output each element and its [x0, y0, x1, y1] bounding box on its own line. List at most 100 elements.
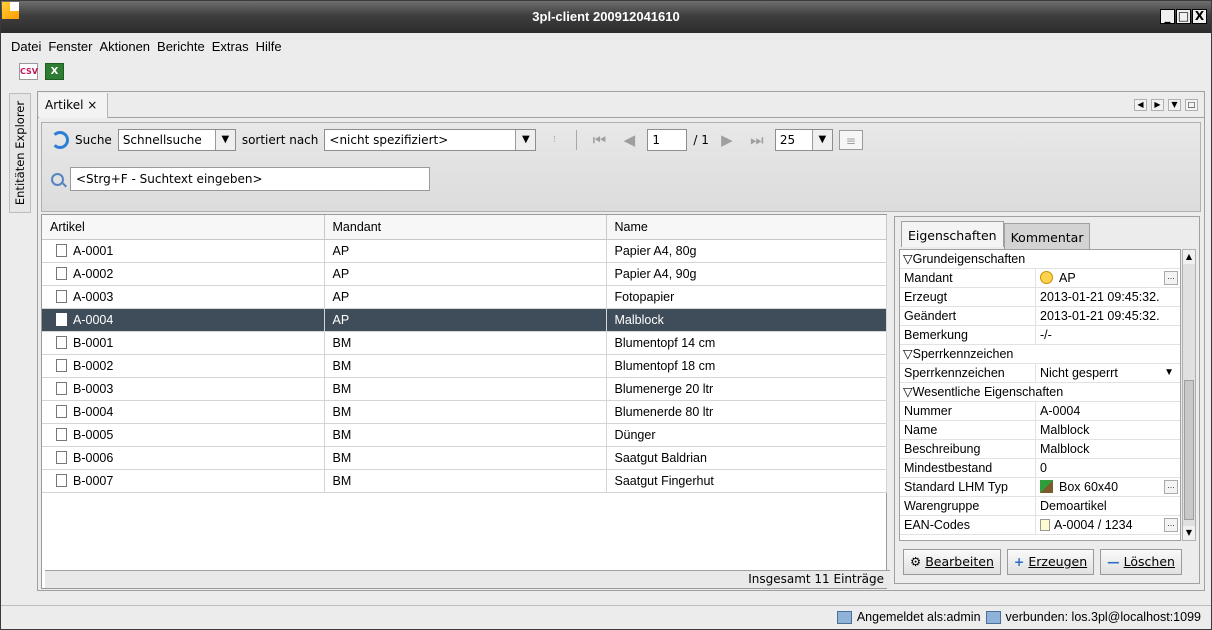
group-sperrkennzeichen[interactable]: ▽Sperrkennzeichen [900, 345, 1180, 364]
edit-button[interactable]: ⚙ Bearbeiten [903, 549, 1001, 575]
cell-mandant: AP [324, 308, 607, 332]
table-row[interactable]: B-0004 BM Blumenerde 80 ltr [42, 400, 887, 424]
tab-left-icon[interactable]: ◀ [1134, 99, 1147, 111]
tab-list-icon[interactable]: ▼ [1168, 99, 1181, 111]
property-row: Name Malblock [900, 421, 1180, 440]
menu-datei[interactable]: Datei [11, 39, 41, 54]
table-row[interactable]: B-0001 BM Blumentopf 14 cm [42, 331, 887, 355]
next-page-icon[interactable]: ▶ [715, 130, 739, 150]
document-icon [56, 473, 67, 487]
table-row[interactable]: B-0003 BM Blumenerge 20 ltr [42, 377, 887, 401]
quick-search-input[interactable]: <Strg+F - Suchtext eingeben> [70, 167, 430, 191]
document-icon [56, 427, 67, 441]
group-wesentliche-eigenschaften[interactable]: ▽Wesentliche Eigenschaften [900, 383, 1180, 402]
tab-kommentar[interactable]: Kommentar [1003, 223, 1091, 249]
property-row: Erzeugt 2013-01-21 09:45:32. [900, 288, 1180, 307]
last-page-icon[interactable]: ⏭ [745, 130, 769, 150]
menu-aktionen[interactable]: Aktionen [99, 39, 150, 54]
table-row[interactable]: B-0006 BM Saatgut Baldrian [42, 446, 887, 470]
scroll-thumb[interactable] [1184, 380, 1194, 520]
cell-name: Blumenerde 80 ltr [606, 400, 887, 424]
menu-berichte[interactable]: Berichte [157, 39, 205, 54]
search-mode-select[interactable]: Schnellsuche ▼ [117, 129, 236, 151]
more-icon[interactable]: … [1164, 271, 1178, 285]
sort-value: <nicht spezifiziert> [329, 133, 449, 147]
document-icon [56, 289, 67, 303]
property-row: Warengruppe Demoartikel [900, 497, 1180, 516]
table-row[interactable]: A-0001 AP Papier A4, 80g [42, 239, 887, 263]
table-row[interactable]: B-0007 BM Saatgut Fingerhut [42, 469, 887, 493]
column-header-mandant[interactable]: Mandant [324, 215, 607, 240]
table-row[interactable]: B-0002 BM Blumentopf 18 cm [42, 354, 887, 378]
entity-explorer-tab[interactable]: Entitäten Explorer [9, 93, 31, 213]
more-icon[interactable]: … [1164, 518, 1178, 532]
menu-extras[interactable]: Extras [212, 39, 249, 54]
property-row: Nummer A-0004 [900, 402, 1180, 421]
entity-explorer-label: Entitäten Explorer [13, 100, 27, 206]
properties-scrollbar[interactable]: ▲ ▼ [1182, 249, 1196, 541]
create-button[interactable]: + Erzeugen [1006, 549, 1095, 575]
sort-label: sortiert nach [241, 133, 319, 147]
menu-fenster[interactable]: Fenster [48, 39, 92, 54]
tab-right-icon[interactable]: ▶ [1151, 99, 1164, 111]
tab-artikel[interactable]: Artikel × [39, 93, 109, 118]
details-toggle-icon[interactable]: ≡ [838, 130, 863, 150]
document-icon [1040, 519, 1050, 531]
csv-export-icon[interactable]: CSV [19, 63, 38, 80]
cell-name: Malblock [606, 308, 887, 332]
sort-select[interactable]: <nicht spezifiziert> ▼ [324, 129, 537, 151]
table-row[interactable]: B-0005 BM Dünger [42, 423, 887, 447]
more-icon[interactable]: … [1164, 480, 1178, 494]
table-row[interactable]: A-0004 AP Malblock [42, 308, 887, 332]
maximize-button[interactable]: □ [1176, 9, 1191, 24]
gear-icon: ⚙ [910, 554, 922, 569]
chevron-down-icon: ▼ [515, 130, 536, 150]
connection-status: verbunden: los.3pl@localhost:1099 [1005, 610, 1201, 624]
delete-button[interactable]: — Löschen [1100, 549, 1182, 575]
cell-artikel: A-0002 [42, 262, 325, 286]
property-list: ▽Grundeigenschaften Mandant AP… Erzeugt … [899, 249, 1181, 541]
table-row[interactable]: A-0002 AP Papier A4, 90g [42, 262, 887, 286]
cell-artikel: A-0003 [42, 285, 325, 309]
menu-bar: Datei Fenster Aktionen Berichte Extras H… [11, 34, 289, 58]
cell-name: Papier A4, 80g [606, 239, 887, 263]
menu-hilfe[interactable]: Hilfe [256, 39, 282, 54]
scroll-down-icon[interactable]: ▼ [1183, 526, 1195, 540]
article-table: Artikel Mandant Name A-0001 AP Papier A4, … [41, 214, 890, 589]
group-grundeigenschaften[interactable]: ▽Grundeigenschaften [900, 250, 1180, 269]
document-icon [56, 450, 67, 464]
table-row[interactable]: A-0003 AP Fotopapier [42, 285, 887, 309]
user-icon [836, 610, 852, 624]
first-page-icon[interactable]: ⏮ [587, 130, 611, 150]
cell-mandant: AP [324, 239, 607, 263]
document-icon [56, 266, 67, 280]
empty-row [42, 538, 887, 561]
cell-artikel: B-0003 [42, 377, 325, 401]
properties-panel: Eigenschaften Kommentar ▽Grundeigenschaf… [894, 216, 1200, 584]
document-icon [56, 381, 67, 395]
search-icon [51, 172, 64, 186]
document-icon [56, 312, 67, 326]
scroll-up-icon[interactable]: ▲ [1183, 250, 1195, 264]
table-total-count: Insgesamt 11 Einträge [45, 570, 890, 588]
close-button[interactable]: X [1192, 9, 1207, 24]
cell-mandant: BM [324, 446, 607, 470]
cell-name: Blumentopf 18 cm [606, 354, 887, 378]
column-header-name[interactable]: Name [606, 215, 887, 240]
prev-page-icon[interactable]: ◀ [617, 130, 641, 150]
client-icon [1040, 271, 1053, 284]
sort-order-icon[interactable]: ⁝ [542, 130, 566, 150]
cell-mandant: AP [324, 285, 607, 309]
excel-export-icon[interactable]: X [45, 63, 64, 80]
page-number-input[interactable]: 1 [647, 129, 688, 151]
lock-status-select[interactable]: Nicht gesperrt ▼ [1036, 364, 1180, 382]
tab-maximize-icon[interactable]: □ [1185, 99, 1198, 111]
refresh-icon[interactable] [51, 131, 69, 149]
minimize-button[interactable]: _ [1160, 9, 1175, 24]
cell-artikel: B-0004 [42, 400, 325, 424]
cell-mandant: BM [324, 354, 607, 378]
column-header-artikel[interactable]: Artikel [42, 215, 325, 240]
cell-name: Saatgut Fingerhut [606, 469, 887, 493]
page-size-select[interactable]: 25 ▼ [774, 129, 833, 151]
tab-eigenschaften[interactable]: Eigenschaften [901, 221, 1004, 247]
